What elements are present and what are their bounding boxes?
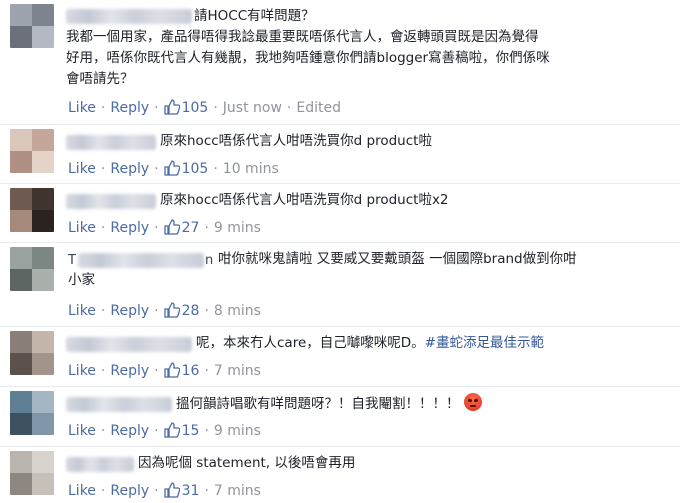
like-count[interactable]: 31 bbox=[182, 483, 200, 499]
timestamp[interactable]: 8 mins bbox=[214, 303, 261, 319]
thumbs-up-icon bbox=[163, 422, 180, 443]
like-link[interactable]: Like bbox=[68, 220, 96, 236]
edited-label[interactable]: Edited bbox=[296, 100, 341, 116]
like-count[interactable]: 27 bbox=[182, 220, 200, 236]
comment-body: 搵何韻詩唱歌有咩問題呀？！自我閹割！！！！ bbox=[176, 396, 460, 412]
comment-item: 原來hocc唔係代言人咁唔洗買你d product啦x2 Like · Reply ·… bbox=[0, 184, 680, 242]
comment-item: 呢，本來冇人care，自己嚹嚟咪呢D。#畫蛇添足最佳示範 Like · Reply ·… bbox=[0, 327, 680, 385]
comment-text: 呢，本來冇人care，自己嚹嚟咪呢D。#畫蛇添足最佳示範 bbox=[196, 333, 676, 354]
timestamp[interactable]: 9 mins bbox=[214, 220, 261, 236]
avatar[interactable] bbox=[10, 451, 54, 495]
commenter-name-redacted[interactable] bbox=[66, 397, 172, 412]
comment-text: 搵何韻詩唱歌有咩問題呀？！自我閹割！！！！ bbox=[176, 393, 676, 415]
thumbs-up-icon bbox=[163, 362, 180, 383]
comment-actions: Like · Reply · 16 · 7 mins bbox=[68, 362, 261, 383]
like-count[interactable]: 105 bbox=[182, 161, 209, 177]
comment-item: T n 咁你就咪鬼請啦 又要威又要戴頭盔 一個國際brand做到你咁 小家 Li… bbox=[0, 243, 680, 325]
comment-text: 原來hocc唔係代言人咁唔洗買你d product啦 bbox=[160, 133, 432, 149]
comment-item: 搵何韻詩唱歌有咩問題呀？！自我閹割！！！！ Like · Reply · 15 · 9 mi… bbox=[0, 387, 680, 445]
timestamp[interactable]: 7 mins bbox=[214, 483, 261, 499]
timestamp[interactable]: Just now bbox=[223, 100, 282, 116]
reply-link[interactable]: Reply bbox=[110, 100, 149, 116]
like-link[interactable]: Like bbox=[68, 100, 96, 116]
like-count[interactable]: 28 bbox=[182, 303, 200, 319]
like-link[interactable]: Like bbox=[68, 363, 96, 379]
thumbs-up-icon bbox=[163, 302, 180, 323]
reply-link[interactable]: Reply bbox=[110, 220, 149, 236]
comment-actions: Like · Reply · 28 · 8 mins bbox=[68, 302, 261, 323]
like-count[interactable]: 16 bbox=[182, 363, 200, 379]
comment-text: 因為呢個 statement, 以後唔會再用 bbox=[138, 455, 356, 471]
avatar[interactable] bbox=[10, 331, 54, 375]
like-link[interactable]: Like bbox=[68, 483, 96, 499]
avatar[interactable] bbox=[10, 188, 54, 232]
commenter-name-redacted[interactable] bbox=[66, 135, 156, 150]
thumbs-up-icon bbox=[163, 99, 180, 120]
avatar[interactable] bbox=[10, 4, 54, 48]
like-count[interactable]: 105 bbox=[182, 100, 209, 116]
thumbs-up-icon bbox=[163, 160, 180, 181]
comment-text: 請HOCC有咩問題？ 我都一個用家，產品得唔得我諗最重要既唔係代言人，會返轉頭買… bbox=[66, 8, 550, 87]
reply-link[interactable]: Reply bbox=[110, 483, 149, 499]
avatar[interactable] bbox=[10, 391, 54, 435]
commenter-name-redacted[interactable] bbox=[66, 457, 134, 472]
comment-item: 原來hocc唔係代言人咁唔洗買你d product啦 Like · Reply · 10… bbox=[0, 125, 680, 183]
comment-item: 因為呢個 statement, 以後唔會再用 Like · Reply · 31 · 7 m… bbox=[0, 447, 680, 500]
comment-body: 呢，本來冇人care，自己嚹嚟咪呢D。 bbox=[196, 335, 425, 351]
reply-link[interactable]: Reply bbox=[110, 303, 149, 319]
like-link[interactable]: Like bbox=[68, 303, 96, 319]
timestamp[interactable]: 7 mins bbox=[214, 363, 261, 379]
avatar[interactable] bbox=[10, 247, 54, 291]
like-link[interactable]: Like bbox=[68, 423, 96, 439]
comment-actions: Like · Reply · 105 · 10 mins bbox=[68, 160, 279, 181]
comment-actions: Like · Reply · 15 · 9 mins bbox=[68, 422, 261, 443]
comment-text: 咁你就咪鬼請啦 又要威又要戴頭盔 一個國際brand做到你咁 小家 bbox=[68, 251, 577, 288]
timestamp[interactable]: 9 mins bbox=[214, 423, 261, 439]
comment-actions: Like · Reply · 27 · 9 mins bbox=[68, 219, 261, 240]
comment-text: 原來hocc唔係代言人咁唔洗買你d product啦x2 bbox=[160, 192, 449, 208]
reply-link[interactable]: Reply bbox=[110, 363, 149, 379]
thumbs-up-icon bbox=[163, 219, 180, 240]
timestamp[interactable]: 10 mins bbox=[223, 161, 279, 177]
commenter-name-redacted[interactable] bbox=[66, 194, 156, 209]
like-link[interactable]: Like bbox=[68, 161, 96, 177]
angry-face-emoji-icon bbox=[463, 393, 482, 411]
reply-link[interactable]: Reply bbox=[110, 161, 149, 177]
comment-item: 請HOCC有咩問題？ 我都一個用家，產品得唔得我諗最重要既唔係代言人，會返轉頭買… bbox=[0, 0, 680, 122]
like-count[interactable]: 15 bbox=[182, 423, 200, 439]
comment-actions: Like · Reply · 105 · Just now · Edited bbox=[68, 99, 341, 120]
avatar[interactable] bbox=[10, 129, 54, 173]
reply-link[interactable]: Reply bbox=[110, 423, 149, 439]
hashtag-link[interactable]: #畫蛇添足最佳示範 bbox=[425, 335, 544, 351]
commenter-name-redacted[interactable] bbox=[66, 337, 192, 352]
